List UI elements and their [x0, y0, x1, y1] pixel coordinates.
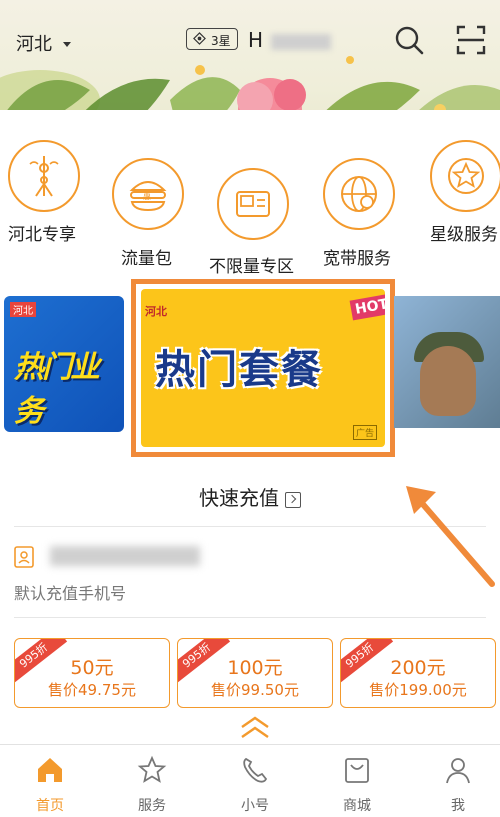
tab-label: 首页	[36, 798, 64, 814]
blurred-topup-phone	[50, 546, 200, 566]
entry-label: 宽带服务	[323, 249, 391, 269]
package-amount: 50元	[70, 657, 114, 679]
annotation-arrow	[406, 486, 495, 587]
carousel-card-hot-business[interactable]: 河北 热门业务	[4, 296, 124, 432]
header-curve	[0, 110, 500, 130]
search-icon[interactable]	[393, 24, 425, 56]
tab-label: 我	[451, 798, 465, 814]
phone-number: H	[248, 28, 332, 52]
ad-label: 广告	[353, 425, 378, 440]
tab-me[interactable]: 我	[408, 745, 500, 817]
entry-icon-circle	[430, 140, 500, 212]
entry-data-pack[interactable]: 惠 流量包	[112, 158, 212, 288]
burger-icon: 惠	[129, 181, 167, 212]
tab-label: 服务	[138, 798, 166, 814]
star-level-badge[interactable]: 3星	[186, 28, 238, 50]
sim-card-icon	[236, 191, 270, 217]
package-price: 售价49.75元	[48, 681, 136, 699]
entry-hebei-exclusive[interactable]: 河北专享	[8, 140, 108, 270]
carousel-card-title: 热门业务	[14, 350, 100, 429]
province-tag: 河北	[10, 302, 36, 317]
carousel-card-soldier[interactable]	[394, 296, 500, 428]
diamond-icon	[193, 32, 206, 45]
carousel-card-hot-package[interactable]: 河北 HOT 热门套餐 广告	[131, 279, 395, 457]
default-phone-hint: 默认充值手机号	[14, 584, 127, 603]
package-price: 售价99.50元	[211, 681, 299, 699]
svg-text:惠: 惠	[143, 191, 151, 201]
user-icon	[446, 758, 470, 784]
entry-broadband[interactable]: 宽带服务	[323, 158, 423, 288]
caret-down-icon	[63, 42, 71, 47]
entry-label: 流量包	[121, 249, 172, 269]
divider	[14, 617, 486, 618]
star-level-label: 3星	[211, 34, 231, 48]
chevron-right-icon	[285, 491, 301, 508]
phone-icon	[243, 757, 268, 783]
tab-sub-number[interactable]: 小号	[205, 745, 305, 817]
entry-icon-circle	[323, 158, 395, 230]
star-icon	[448, 158, 484, 194]
package-amount: 200元	[390, 657, 446, 679]
entry-star-service[interactable]: 星级服务	[430, 140, 500, 270]
soldier-face-graphic	[420, 346, 476, 416]
entry-icon-circle: 惠	[112, 158, 184, 230]
package-price: 售价199.00元	[369, 681, 467, 699]
scan-icon[interactable]	[455, 24, 487, 56]
contact-icon	[14, 546, 34, 568]
entry-icon-circle	[8, 140, 80, 212]
entry-label: 不限量专区	[209, 257, 294, 277]
tower-icon	[29, 156, 59, 197]
topup-package[interactable]: 995折 200元 售价199.00元	[340, 638, 496, 708]
package-amount: 100元	[227, 657, 283, 679]
carousel-card-title: 热门套餐	[155, 347, 323, 393]
expand-up-icon[interactable]	[238, 715, 272, 741]
hot-package-banner: 河北 HOT 热门套餐 广告	[141, 289, 385, 447]
tab-service[interactable]: 服务	[102, 745, 202, 817]
province-tag: 河北	[145, 305, 167, 318]
top-bar: 河北 3星 H	[0, 18, 500, 62]
entry-label: 河北专享	[8, 225, 76, 245]
bottom-tab-bar: 首页 服务 小号 商城 我	[0, 744, 500, 817]
tab-home[interactable]: 首页	[0, 745, 100, 817]
home-icon	[38, 758, 62, 782]
topup-package[interactable]: 995折 50元 售价49.75元	[14, 638, 170, 708]
bag-icon	[345, 758, 369, 783]
tab-label: 小号	[241, 798, 269, 814]
globe-icon	[341, 176, 377, 212]
hot-badge: HOT	[349, 293, 385, 321]
tab-label: 商城	[343, 798, 371, 814]
region-selector[interactable]: 河北	[16, 30, 52, 56]
star-outline-icon	[137, 755, 167, 783]
topup-package[interactable]: 995折 100元 售价99.50元	[177, 638, 333, 708]
quick-topup-title: 快速充值	[199, 486, 279, 510]
tab-mall[interactable]: 商城	[307, 745, 407, 817]
entry-icon-circle	[217, 168, 289, 240]
blurred-phone	[271, 33, 332, 50]
entry-label: 星级服务	[430, 225, 498, 245]
